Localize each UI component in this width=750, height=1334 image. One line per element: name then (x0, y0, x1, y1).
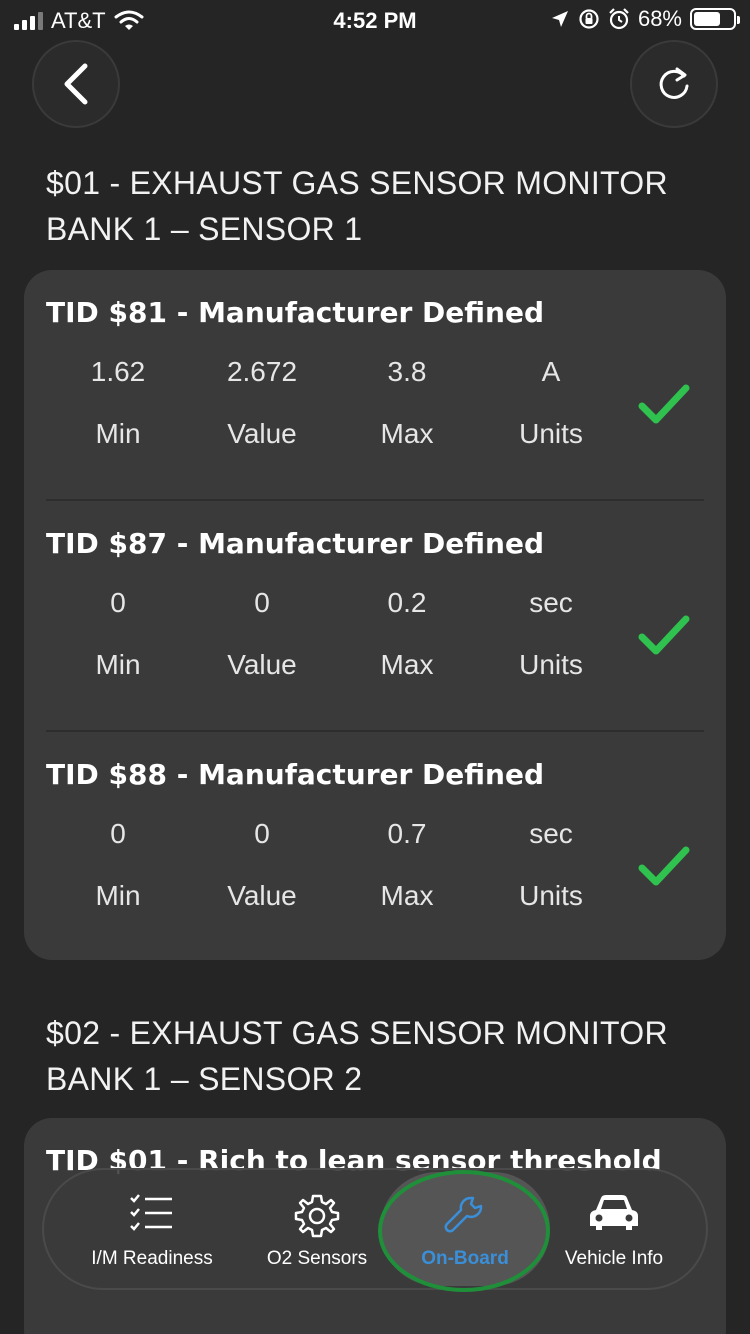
test-row: TID $88 - Manufacturer Defined 0 0 0.7 s… (24, 732, 726, 961)
min-label: Min (95, 418, 141, 449)
gear-icon (294, 1194, 340, 1238)
refresh-button[interactable] (630, 40, 718, 128)
max-value: 0.2 (387, 587, 427, 618)
units-label: Units (519, 649, 583, 680)
test-title: TID $81 - Manufacturer Defined (46, 296, 544, 329)
max-value: 3.8 (387, 356, 427, 387)
value-label: Value (227, 880, 297, 911)
section-title-line2: BANK 1 – SENSOR 2 (46, 1061, 363, 1097)
max-label: Max (380, 418, 434, 449)
min-value: 0 (110, 818, 126, 849)
section-title: $01 - EXHAUST GAS SENSOR MONITOR BANK 1 … (46, 160, 668, 252)
tab-label: Vehicle Info (564, 1248, 664, 1269)
value-label: Value (227, 418, 297, 449)
min-value: 1.62 (90, 356, 146, 387)
car-icon (590, 1195, 638, 1230)
value-label: Value (227, 649, 297, 680)
test-row: TID $87 - Manufacturer Defined 0 0 0.2 s… (24, 501, 726, 730)
test-value: 2.672 (226, 356, 298, 387)
min-label: Min (95, 880, 141, 911)
tab-vehicle-info[interactable]: Vehicle Info (539, 1170, 689, 1288)
checklist-icon (130, 1194, 172, 1231)
rotation-lock-icon (579, 9, 599, 29)
units-value: sec (529, 818, 573, 849)
section-title-line1: $01 - EXHAUST GAS SENSOR MONITOR (46, 165, 668, 201)
min-value: 0 (110, 587, 126, 618)
tab-label: O2 Sensors (266, 1248, 368, 1269)
tab-im-readiness[interactable]: I/M Readiness (72, 1170, 232, 1288)
units-value: A (541, 356, 561, 387)
status-right: 68% (550, 6, 740, 32)
status-bar: AT&T 4:52 PM 68% (0, 0, 750, 40)
min-label: Min (95, 649, 141, 680)
location-arrow-icon (551, 11, 568, 27)
max-label: Max (380, 880, 434, 911)
checkmark-icon (638, 384, 690, 424)
section-title-line2: BANK 1 – SENSOR 1 (46, 211, 363, 247)
test-title: TID $88 - Manufacturer Defined (46, 758, 544, 791)
chevron-left-icon (64, 63, 88, 105)
annotation-highlight-ring (378, 1170, 550, 1292)
max-label: Max (380, 649, 434, 680)
refresh-icon (659, 67, 689, 99)
units-label: Units (519, 880, 583, 911)
alarm-icon (609, 8, 629, 30)
test-results-card: TID $81 - Manufacturer Defined 1.62 2.67… (24, 270, 726, 960)
test-title: TID $87 - Manufacturer Defined (46, 527, 544, 560)
max-value: 0.7 (387, 818, 427, 849)
tab-bar: I/M Readiness O2 Sensors On-Board Vehicl… (42, 1168, 708, 1290)
units-value: sec (529, 587, 573, 618)
test-value: 0 (254, 818, 270, 849)
back-button[interactable] (32, 40, 120, 128)
checkmark-icon (638, 846, 690, 886)
battery-percent: 68% (637, 6, 682, 31)
test-row: TID $81 - Manufacturer Defined 1.62 2.67… (24, 270, 726, 499)
battery-icon (690, 8, 740, 30)
units-label: Units (519, 418, 583, 449)
test-value: 0 (254, 587, 270, 618)
tab-label: I/M Readiness (91, 1248, 213, 1269)
section-title: $02 - EXHAUST GAS SENSOR MONITOR BANK 1 … (46, 1010, 668, 1102)
checkmark-icon (638, 615, 690, 655)
section-title-line1: $02 - EXHAUST GAS SENSOR MONITOR (46, 1015, 668, 1051)
tab-o2-sensors[interactable]: O2 Sensors (242, 1170, 392, 1288)
